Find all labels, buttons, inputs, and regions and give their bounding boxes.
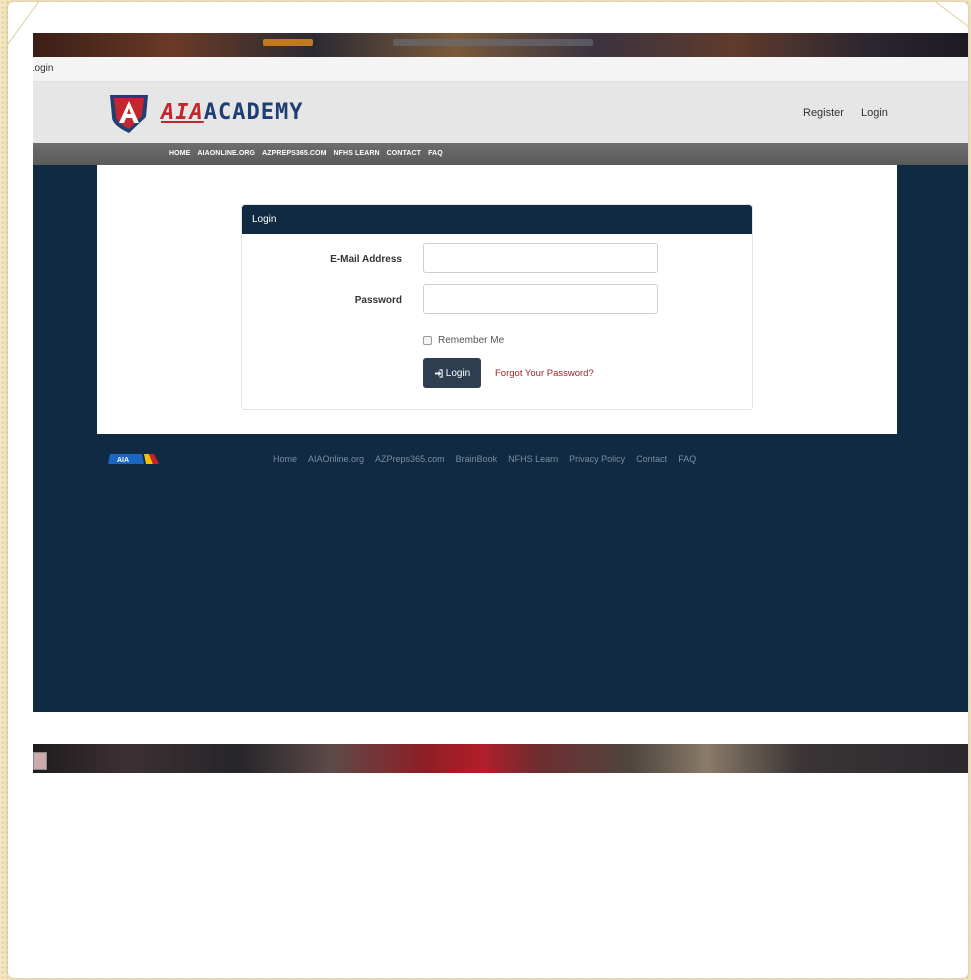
footer-link-aiaonline[interactable]: AIAOnline.org: [308, 454, 364, 464]
footer-link-faq[interactable]: FAQ: [678, 454, 696, 464]
slide-frame: Login AIAACADEMY Register Login HOME AIA…: [8, 2, 968, 978]
shield-a-icon[interactable]: [106, 91, 152, 135]
header-login-link[interactable]: Login: [861, 107, 888, 119]
logo-prefix: AIA: [161, 100, 204, 125]
browser-tab-bar: Login: [33, 57, 968, 82]
login-panel-title: Login: [242, 205, 752, 234]
content-container: Login E-Mail Address Password Remember M…: [97, 165, 897, 434]
nav-item-home[interactable]: HOME: [169, 150, 190, 157]
remember-me-checkbox[interactable]: [423, 336, 432, 345]
logo-suffix: ACADEMY: [203, 100, 304, 125]
forgot-password-link[interactable]: Forgot Your Password?: [495, 368, 594, 379]
sign-in-icon: [434, 368, 443, 378]
site-logo-text[interactable]: AIAACADEMY: [161, 100, 303, 125]
email-field[interactable]: [423, 243, 658, 273]
login-panel: Login E-Mail Address Password Remember M…: [241, 204, 753, 410]
email-label: E-Mail Address: [330, 254, 402, 265]
password-label: Password: [354, 295, 402, 306]
footer-links: Home AIAOnline.org AZPreps365.com BrainB…: [273, 454, 696, 464]
password-field[interactable]: [423, 284, 658, 314]
page-bottom-whitespace: [33, 712, 968, 744]
footer-link-azpreps365[interactable]: AZPreps365.com: [375, 454, 445, 464]
nav-item-aiaonline[interactable]: AIAONLINE.ORG: [197, 150, 255, 157]
remember-me-row: Remember Me: [423, 335, 504, 346]
thumbnail-icon: [33, 752, 47, 770]
footer-link-nfhs-learn[interactable]: NFHS Learn: [508, 454, 558, 464]
footer-link-home[interactable]: Home: [273, 454, 297, 464]
footer-link-brainbook[interactable]: BrainBook: [456, 454, 498, 464]
nav-item-azpreps365[interactable]: AZPREPS365.COM: [262, 150, 326, 157]
login-button[interactable]: Login: [423, 358, 481, 388]
login-button-label: Login: [445, 367, 471, 379]
browser-screenshot: Login AIAACADEMY Register Login HOME AIA…: [33, 33, 968, 773]
main-content-area: Login E-Mail Address Password Remember M…: [33, 165, 968, 712]
nav-item-nfhs-learn[interactable]: NFHS LEARN: [334, 150, 380, 157]
footer-link-privacy-policy[interactable]: Privacy Policy: [569, 454, 625, 464]
browser-tab-title[interactable]: Login: [33, 63, 53, 74]
main-nav: HOME AIAONLINE.ORG AZPREPS365.COM NFHS L…: [33, 143, 968, 165]
footer-link-contact[interactable]: Contact: [636, 454, 667, 464]
register-link[interactable]: Register: [803, 107, 844, 119]
aia-footer-logo[interactable]: AIA: [108, 454, 160, 464]
top-photo-banner: [33, 33, 968, 57]
remember-me-label[interactable]: Remember Me: [438, 335, 504, 346]
nav-item-contact[interactable]: CONTACT: [387, 150, 421, 157]
footer-logo-text: AIA: [117, 457, 129, 464]
nav-item-faq[interactable]: FAQ: [428, 150, 443, 157]
site-header: AIAACADEMY Register Login: [33, 82, 968, 143]
bottom-photo-banner: [33, 744, 968, 773]
